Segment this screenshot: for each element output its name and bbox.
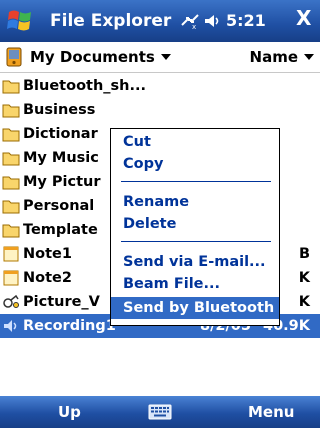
folder-icon: [2, 224, 20, 238]
menu-item-beam-file[interactable]: Beam File...: [111, 273, 279, 295]
file-name: Template: [23, 222, 98, 238]
context-menu: Cut Copy Rename Delete Send via E-mail..…: [110, 128, 280, 326]
volume-icon[interactable]: [204, 12, 222, 30]
app-title: File Explorer: [50, 11, 172, 31]
menu-item-send-email[interactable]: Send via E-mail...: [111, 251, 279, 273]
file-name: My Pictur: [23, 174, 101, 190]
file-name: Personal: [23, 198, 95, 214]
menu-item-rename[interactable]: Rename: [111, 191, 279, 213]
note-icon: [3, 246, 19, 262]
folder-icon: [2, 152, 20, 166]
folder-icon: [2, 104, 20, 118]
soft-key-menu[interactable]: Menu: [248, 403, 294, 421]
close-button[interactable]: X: [296, 6, 311, 30]
title-bar: File Explorer x 5:21 X: [0, 0, 320, 42]
file-name: Dictionar: [23, 126, 98, 142]
file-size: K: [298, 270, 310, 286]
chevron-down-icon: [304, 54, 314, 60]
menu-separator: [121, 181, 271, 182]
file-size: B: [298, 246, 310, 262]
menu-separator: [121, 241, 271, 242]
menu-item-delete[interactable]: Delete: [111, 213, 279, 235]
menu-item-send-bluetooth[interactable]: Send by Bluetooth: [111, 297, 279, 319]
file-name: Business: [23, 102, 96, 118]
file-name: Note2: [23, 270, 72, 286]
sort-dropdown-label: Name: [249, 48, 298, 66]
file-name: Note1: [23, 246, 72, 262]
location-bar: My Documents Name: [0, 42, 320, 73]
file-row[interactable]: Business: [0, 98, 320, 122]
picture-icon: [3, 294, 19, 308]
recording-icon: [4, 320, 17, 332]
file-size: K: [298, 294, 310, 310]
folder-icon: [2, 128, 20, 142]
file-name: Bluetooth_sh...: [23, 78, 147, 94]
file-name: My Music: [23, 150, 99, 166]
folder-icon: [2, 200, 20, 214]
sort-dropdown[interactable]: Name: [250, 48, 314, 66]
clock[interactable]: 5:21: [226, 11, 266, 30]
folder-icon: [2, 80, 20, 94]
folder-dropdown[interactable]: My Documents: [6, 46, 171, 68]
menu-item-cut[interactable]: Cut: [111, 131, 279, 153]
folder-dropdown-label: My Documents: [30, 48, 155, 66]
device-icon: [6, 47, 22, 67]
soft-key-up[interactable]: Up: [58, 403, 81, 421]
menu-item-copy[interactable]: Copy: [111, 153, 279, 175]
note-icon: [3, 270, 19, 286]
file-name: Recording1: [23, 318, 116, 334]
soft-key-bar: Up Menu: [0, 396, 320, 428]
svg-text:x: x: [192, 23, 196, 29]
connectivity-icon[interactable]: x: [180, 11, 200, 29]
chevron-down-icon: [160, 54, 171, 60]
folder-icon: [2, 176, 20, 190]
file-name: Picture_V: [23, 294, 100, 310]
file-row[interactable]: Bluetooth_sh...: [0, 74, 320, 98]
keyboard-icon[interactable]: [148, 404, 172, 420]
start-flag-icon[interactable]: [6, 8, 34, 34]
